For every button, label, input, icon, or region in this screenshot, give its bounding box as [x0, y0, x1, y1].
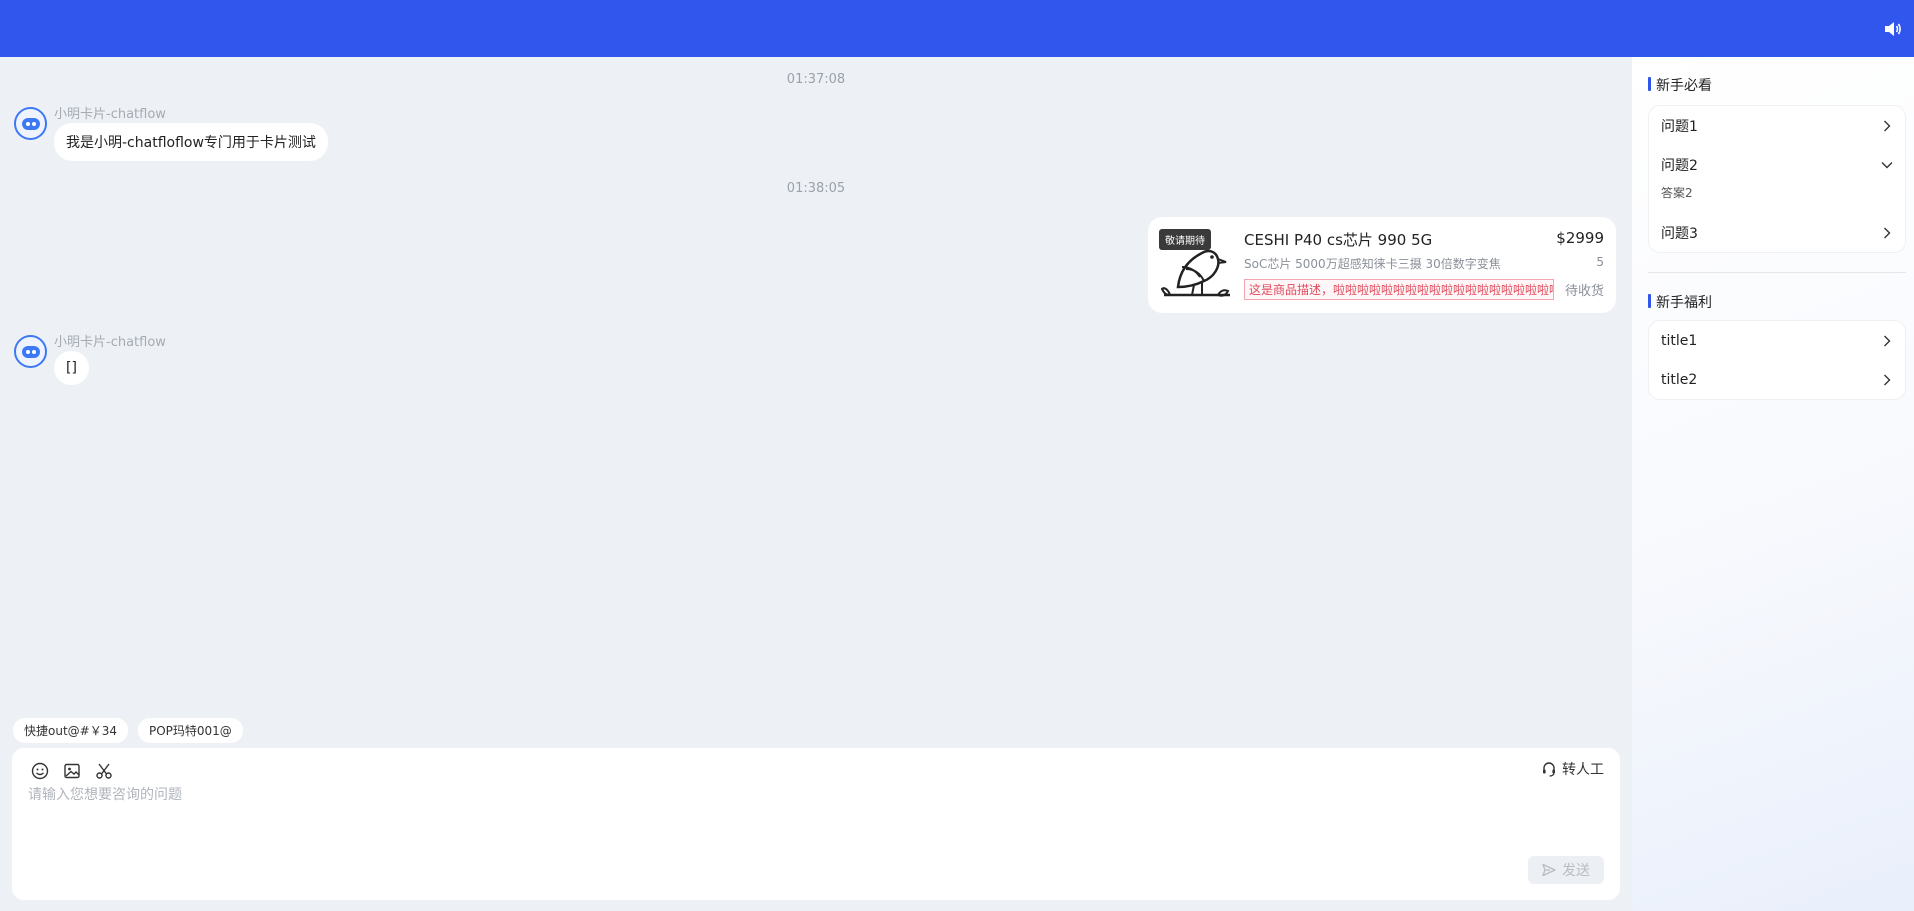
send-label: 发送 [1562, 863, 1590, 879]
bot-avatar [14, 107, 47, 140]
benefit-item[interactable]: title2 [1649, 360, 1905, 399]
product-quantity: 5 [1596, 255, 1604, 269]
product-subtitle: SoC芯片 5000万超感知徕卡三摄 30倍数字变焦 [1244, 257, 1501, 271]
sender-name: 小明卡片-chatflow [54, 335, 166, 350]
chevron-down-icon [1881, 159, 1893, 171]
quick-replies: 快捷out@#￥34 POP玛特001@ [13, 718, 243, 743]
product-tag: 敬请期待 [1159, 229, 1211, 250]
robot-icon [21, 345, 40, 358]
benefit-item[interactable]: title1 [1649, 321, 1905, 360]
chevron-right-icon [1881, 335, 1893, 347]
section-title-benefits: 新手福利 [1648, 292, 1712, 312]
faq-answer: 答案2 [1661, 186, 1693, 200]
product-title: CESHI P40 cs芯片 990 5G [1244, 231, 1433, 249]
chevron-right-icon [1881, 120, 1893, 132]
divider [1648, 272, 1906, 273]
benefit-title: title2 [1661, 371, 1698, 388]
message-input[interactable] [28, 784, 1608, 854]
product-description: 这是商品描述，啦啦啦啦啦啦啦啦啦啦啦啦啦啦啦啦啦啦啦 [1244, 279, 1554, 300]
quick-reply-chip[interactable]: POP玛特001@ [137, 718, 243, 743]
product-status: 待收货 [1564, 284, 1604, 299]
benefit-title: title1 [1661, 332, 1698, 349]
chevron-right-icon [1881, 227, 1893, 239]
transfer-label: 转人工 [1562, 762, 1604, 778]
faq-item[interactable]: 问题1 [1649, 106, 1905, 145]
faq-item[interactable]: 问题3 [1649, 213, 1905, 252]
send-button[interactable]: 发送 [1528, 856, 1604, 884]
top-bar [0, 0, 1914, 57]
faq-question: 问题1 [1661, 118, 1698, 135]
emoji-icon[interactable] [28, 759, 52, 783]
robot-icon [21, 117, 40, 130]
product-card[interactable]: 敬请期待 CESHI P40 cs芯片 990 5G $2999 SoC芯片 5… [1148, 217, 1616, 313]
send-icon [1542, 863, 1556, 877]
quick-reply-chip[interactable]: 快捷out@#￥34 [13, 718, 128, 743]
scissors-icon[interactable] [92, 759, 116, 783]
faq-question: 问题3 [1661, 225, 1698, 242]
timestamp: 01:37:08 [786, 72, 846, 87]
transfer-to-agent-button[interactable]: 转人工 [1541, 759, 1604, 779]
sender-name: 小明卡片-chatflow [54, 107, 166, 122]
chevron-right-icon [1881, 374, 1893, 386]
bot-avatar [14, 335, 47, 368]
timestamp: 01:38:05 [786, 181, 846, 196]
faq-question: 问题2 [1661, 157, 1698, 174]
headset-icon [1543, 762, 1555, 777]
composer: 转人工 发送 [12, 748, 1620, 900]
benefits-card: title1 title2 [1648, 320, 1906, 400]
product-price: $2999 [1556, 229, 1604, 247]
faq-card: 问题1 问题2 答案2 问题3 [1648, 105, 1906, 253]
section-title-guide: 新手必看 [1648, 75, 1712, 95]
faq-item[interactable]: 问题2 [1649, 145, 1905, 184]
message-bubble: [] [54, 351, 89, 385]
right-sidebar: 新手必看 问题1 问题2 答案2 问题3 新手福利 title1 title2 [1632, 57, 1914, 911]
speaker-icon[interactable] [1884, 20, 1902, 38]
image-icon[interactable] [60, 759, 84, 783]
message-bubble: 我是小明-chatfloflow专门用于卡片测试 [54, 123, 328, 161]
